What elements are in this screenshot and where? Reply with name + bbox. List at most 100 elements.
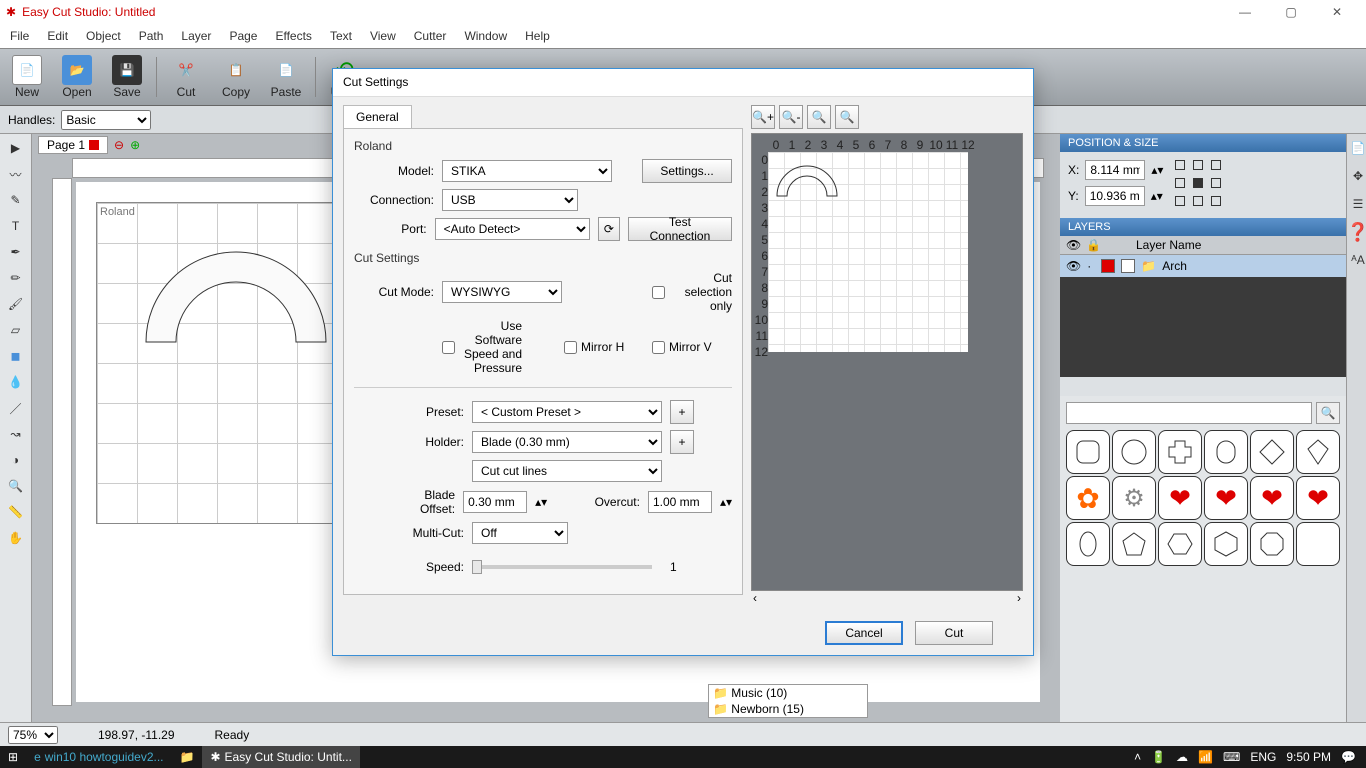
shape-capsule[interactable] <box>1204 430 1248 474</box>
mirror-v-checkbox[interactable]: Mirror V <box>652 340 732 354</box>
tool-bool[interactable]: ◑ <box>5 450 27 470</box>
menu-layer[interactable]: Layer <box>181 29 211 43</box>
shape-flower[interactable]: ✿ <box>1066 476 1110 520</box>
arch-shape[interactable] <box>136 222 336 422</box>
zoom-out-button[interactable]: 🔍- <box>779 105 803 129</box>
tab-general[interactable]: General <box>343 105 412 128</box>
cutmode-select[interactable]: WYSIWYG <box>442 281 562 303</box>
tool-zoom[interactable]: 🔍 <box>5 476 27 496</box>
menu-help[interactable]: Help <box>525 29 550 43</box>
shape-rounded[interactable] <box>1066 430 1110 474</box>
blade-offset-input[interactable] <box>463 491 527 513</box>
holder-select[interactable]: Blade (0.30 mm) <box>472 431 662 453</box>
tb-cut[interactable]: ✂️Cut <box>165 55 207 99</box>
rtool-page[interactable]: 📄 <box>1347 138 1366 158</box>
speed-slider[interactable] <box>472 565 652 569</box>
handles-select[interactable]: Basic <box>61 110 151 130</box>
tb-new[interactable]: 📄New <box>6 55 48 99</box>
shape-heart1[interactable]: ❤ <box>1158 476 1202 520</box>
rtool-text[interactable]: ᴬA <box>1347 250 1366 270</box>
tool-eyedrop[interactable]: 💧 <box>5 372 27 392</box>
tool-measure[interactable]: 📏 <box>5 502 27 522</box>
shape-heart4[interactable]: ❤ <box>1296 476 1340 520</box>
holder-add-button[interactable]: + <box>670 430 694 454</box>
tool-brush[interactable]: 🖌 <box>5 294 27 314</box>
tb-copy[interactable]: 📋Copy <box>215 55 257 99</box>
shapes-search-input[interactable] <box>1066 402 1312 424</box>
menu-object[interactable]: Object <box>86 29 121 43</box>
tool-pencil[interactable]: ✏ <box>5 268 27 288</box>
tree-item-music[interactable]: 📁 Music (10) <box>709 685 867 701</box>
task-explorer[interactable]: 📁 <box>172 746 203 768</box>
tool-hand[interactable]: ✋ <box>5 528 27 548</box>
tray-battery-icon[interactable]: 🔋 <box>1151 750 1166 764</box>
task-edge[interactable]: e win10 howtoguidev2... <box>26 746 171 768</box>
minimize-button[interactable]: — <box>1222 0 1268 24</box>
spinner-icon[interactable]: ▴▾ <box>1151 163 1163 177</box>
tray-lang[interactable]: ENG <box>1250 750 1276 764</box>
menu-path[interactable]: Path <box>139 29 164 43</box>
shape-kite[interactable] <box>1296 430 1340 474</box>
layer-row-arch[interactable]: 👁 · 📁 Arch <box>1060 255 1346 277</box>
tray-notifications-icon[interactable]: 💬 <box>1341 750 1356 764</box>
zoom-fit-button[interactable]: 🔍 <box>807 105 831 129</box>
tool-text[interactable]: T <box>5 216 27 236</box>
tool-curve[interactable]: ↝ <box>5 424 27 444</box>
tool-shape[interactable]: ◼ <box>5 346 27 366</box>
shape-hex2[interactable] <box>1204 522 1248 566</box>
port-select[interactable]: <Auto Detect> <box>435 218 590 240</box>
shape-gear[interactable]: ⚙ <box>1112 476 1156 520</box>
connection-select[interactable]: USB <box>442 189 578 211</box>
mirror-h-checkbox[interactable]: Mirror H <box>564 340 644 354</box>
overcut-input[interactable] <box>648 491 712 513</box>
preview-scrollbar[interactable]: ‹› <box>751 591 1023 607</box>
shape-circle[interactable] <box>1112 430 1156 474</box>
shape-blank[interactable] <box>1296 522 1340 566</box>
shape-hexagon[interactable] <box>1158 522 1202 566</box>
tb-paste[interactable]: 📄Paste <box>265 55 307 99</box>
menu-view[interactable]: View <box>370 29 396 43</box>
tool-pen[interactable]: ✒ <box>5 242 27 262</box>
multicut-select[interactable]: Off <box>472 522 568 544</box>
use-software-checkbox[interactable]: Use Software Speed and Pressure <box>442 319 522 375</box>
rtool-layers[interactable]: ☰ <box>1347 194 1366 214</box>
shape-oct[interactable] <box>1250 522 1294 566</box>
spinner-icon[interactable]: ▴▾ <box>720 495 732 509</box>
anchor-grid[interactable] <box>1175 160 1225 210</box>
page-add-icon[interactable]: ⊕ <box>130 138 140 152</box>
cut-selection-checkbox[interactable]: Cut selection only <box>652 271 732 313</box>
start-button[interactable]: ⊞ <box>0 746 26 768</box>
tool-knife[interactable]: ／ <box>5 398 27 418</box>
cancel-button[interactable]: Cancel <box>825 621 903 645</box>
test-connection-button[interactable]: Test Connection <box>628 217 732 241</box>
task-easycut[interactable]: ✱ Easy Cut Studio: Untit... <box>202 746 359 768</box>
menu-cutter[interactable]: Cutter <box>414 29 447 43</box>
eye-icon[interactable]: 👁 <box>1066 259 1081 273</box>
tray-wifi-icon[interactable]: 📶 <box>1198 750 1213 764</box>
tray-chevron-icon[interactable]: ˄ <box>1134 750 1141 764</box>
cut-button[interactable]: Cut <box>915 621 993 645</box>
preset-add-button[interactable]: + <box>670 400 694 424</box>
zoom-all-button[interactable]: 🔍 <box>835 105 859 129</box>
tray-keyboard-icon[interactable]: ⌨ <box>1223 750 1240 764</box>
tool-lasso[interactable]: 〰 <box>5 164 27 184</box>
tray-cloud-icon[interactable]: ☁ <box>1176 750 1188 764</box>
spinner-icon[interactable]: ▴▾ <box>1151 189 1163 203</box>
zoom-select[interactable]: 75% <box>8 726 58 744</box>
menu-edit[interactable]: Edit <box>47 29 68 43</box>
preset-select[interactable]: < Custom Preset > <box>472 401 662 423</box>
model-select[interactable]: STIKA <box>442 160 612 182</box>
tool-eraser[interactable]: ▱ <box>5 320 27 340</box>
shape-heart3[interactable]: ❤ <box>1250 476 1294 520</box>
rtool-help[interactable]: ❓ <box>1347 222 1366 242</box>
tool-select[interactable]: ▶ <box>5 138 27 158</box>
menu-window[interactable]: Window <box>464 29 507 43</box>
settings-button[interactable]: Settings... <box>642 159 732 183</box>
maximize-button[interactable]: ▢ <box>1268 0 1314 24</box>
spinner-icon[interactable]: ▴▾ <box>535 495 547 509</box>
menu-text[interactable]: Text <box>330 29 352 43</box>
menu-file[interactable]: File <box>10 29 29 43</box>
shape-heart2[interactable]: ❤ <box>1204 476 1248 520</box>
zoom-in-button[interactable]: 🔍+ <box>751 105 775 129</box>
shape-ellipse[interactable] <box>1066 522 1110 566</box>
